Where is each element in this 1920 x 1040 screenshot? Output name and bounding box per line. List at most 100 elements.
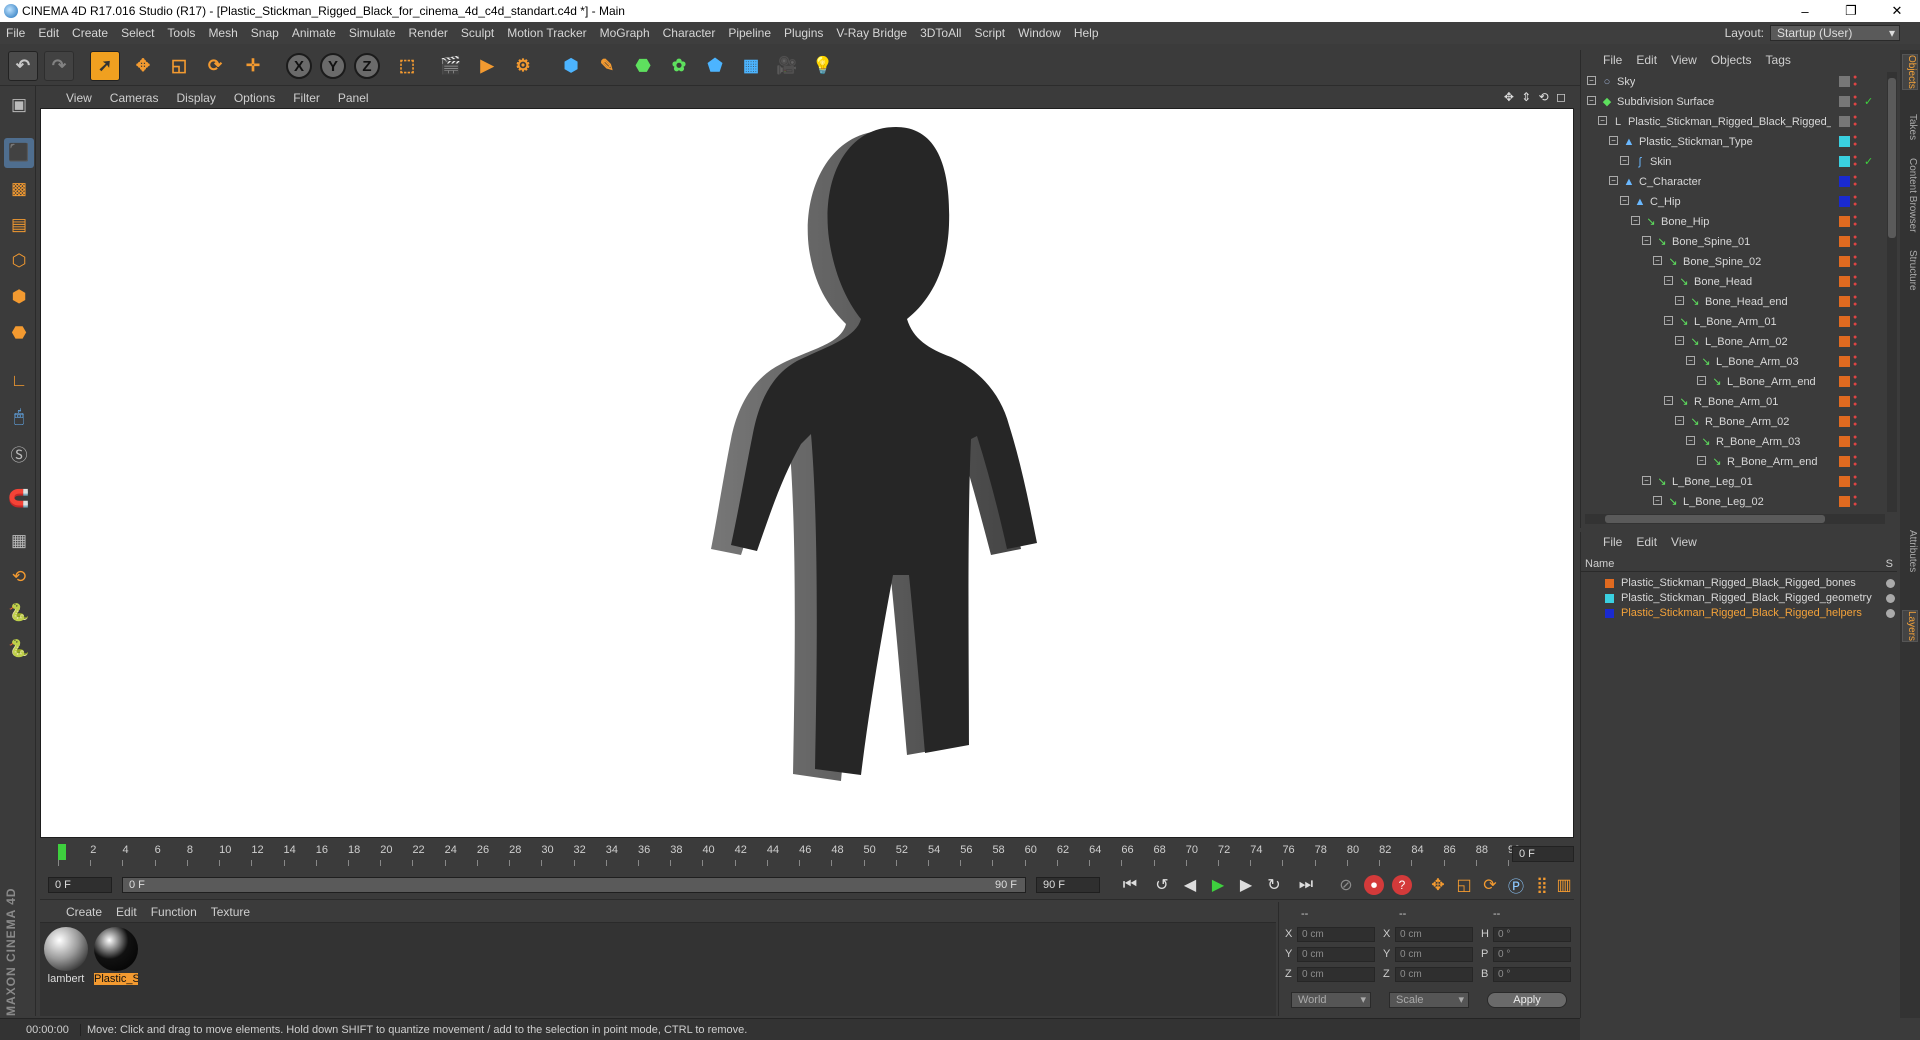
visibility-dots-icon[interactable]: ● ● xyxy=(1853,154,1859,168)
object-tree-row[interactable]: − ↘ Bone_Spine_02 ● ● xyxy=(1581,252,1885,272)
layer-row[interactable]: Plastic_Stickman_Rigged_Black_Rigged_hel… xyxy=(1581,606,1897,621)
visibility-dots-icon[interactable]: ● ● xyxy=(1853,94,1859,108)
go-to-start-icon[interactable]: ⏮ xyxy=(1118,874,1142,896)
object-tree-row[interactable]: − ↘ L_Bone_Arm_03 ● ● xyxy=(1581,352,1885,372)
layer-visibility-dot-icon[interactable] xyxy=(1886,579,1895,588)
spline-pen-icon[interactable]: ✎ xyxy=(592,51,622,81)
menu-select[interactable]: Select xyxy=(121,26,154,40)
object-tree-row[interactable]: − ↘ L_Bone_Leg_01 ● ● xyxy=(1581,472,1885,492)
layer-color-swatch[interactable] xyxy=(1605,594,1614,603)
make-editable-icon[interactable]: ▣ xyxy=(4,90,34,120)
viewport-menu-options[interactable]: Options xyxy=(234,91,275,105)
menu-sculpt[interactable]: Sculpt xyxy=(461,26,494,40)
workplane-lock-icon[interactable]: ▦ xyxy=(4,526,34,556)
tree-expander-icon[interactable]: − xyxy=(1609,176,1618,185)
layer-color-tag[interactable] xyxy=(1839,356,1850,367)
tree-expander-icon[interactable]: − xyxy=(1697,376,1706,385)
visibility-dots-icon[interactable]: ● ● xyxy=(1853,74,1859,88)
material-swatch[interactable]: Plastic_S xyxy=(94,927,138,987)
render-picture-viewer-icon[interactable]: ▶ xyxy=(472,51,502,81)
frame-range-slider[interactable]: 0 F 90 F xyxy=(122,877,1026,893)
side-tab-layers[interactable]: Layers xyxy=(1902,610,1918,643)
play-icon[interactable]: ▶ xyxy=(1206,874,1230,896)
layer-color-tag[interactable] xyxy=(1839,156,1850,167)
layer-color-tag[interactable] xyxy=(1839,476,1850,487)
layer-color-tag[interactable] xyxy=(1839,316,1850,327)
enabled-check-icon[interactable]: ✓ xyxy=(1864,155,1873,168)
object-tree-row[interactable]: − ↘ L_Bone_Leg_02 ● ● xyxy=(1581,492,1885,512)
side-tab-content-browser[interactable]: Content Browser xyxy=(1902,158,1918,232)
menu-tools[interactable]: Tools xyxy=(167,26,195,40)
layer-visibility-dot-icon[interactable] xyxy=(1886,609,1895,618)
tree-expander-icon[interactable]: − xyxy=(1587,96,1596,105)
layout-select[interactable]: Startup (User) xyxy=(1770,25,1900,41)
visibility-dots-icon[interactable]: ● ● xyxy=(1853,494,1859,508)
layer-row[interactable]: Plastic_Stickman_Rigged_Black_Rigged_geo… xyxy=(1581,591,1897,606)
texture-mode-icon[interactable]: ▩ xyxy=(4,174,34,204)
object-tree-row[interactable]: − ↘ Bone_Head ● ● xyxy=(1581,272,1885,292)
timeline-playhead[interactable] xyxy=(58,844,66,860)
side-tab-structure[interactable]: Structure xyxy=(1902,250,1918,291)
workplane-icon[interactable]: ⟲ xyxy=(4,562,34,592)
coord-value-field[interactable]: 0 cm xyxy=(1297,927,1375,942)
menu-file[interactable]: File xyxy=(6,26,25,40)
layer-color-tag[interactable] xyxy=(1839,396,1850,407)
side-tab-objects[interactable]: Objects xyxy=(1902,54,1918,90)
tree-expander-icon[interactable]: − xyxy=(1675,336,1684,345)
object-tree-row[interactable]: − ▲ C_Hip ● ● xyxy=(1581,192,1885,212)
render-view-icon[interactable]: 🎬 xyxy=(436,51,466,81)
move-tool-icon[interactable]: ✥ xyxy=(128,51,158,81)
layer-color-tag[interactable] xyxy=(1839,136,1850,147)
go-to-end-icon[interactable]: ⏭ xyxy=(1294,874,1318,896)
menu-mesh[interactable]: Mesh xyxy=(208,26,237,40)
coord-value-field[interactable]: 0 ° xyxy=(1493,947,1571,962)
visibility-dots-icon[interactable]: ● ● xyxy=(1853,454,1859,468)
layer-row[interactable]: Plastic_Stickman_Rigged_Black_Rigged_bon… xyxy=(1581,576,1897,591)
minimize-button[interactable]: – xyxy=(1782,0,1828,22)
tree-expander-icon[interactable]: − xyxy=(1697,456,1706,465)
polygons-mode-icon[interactable]: ⬣ xyxy=(4,318,34,348)
render-settings-icon[interactable]: ⚙ xyxy=(508,51,538,81)
previous-key-icon[interactable]: ↺ xyxy=(1150,874,1174,896)
menu-create[interactable]: Create xyxy=(72,26,108,40)
point-level-icon[interactable]: ⣿ xyxy=(1530,874,1554,896)
visibility-dots-icon[interactable]: ● ● xyxy=(1853,374,1859,388)
tree-expander-icon[interactable]: − xyxy=(1686,356,1695,365)
viewport-menu-cameras[interactable]: Cameras xyxy=(110,91,159,105)
material-menu-function[interactable]: Function xyxy=(151,905,197,919)
objects-menu-file[interactable]: File xyxy=(1603,53,1622,67)
viewport-menu-panel[interactable]: Panel xyxy=(338,91,369,105)
menu-mograph[interactable]: MoGraph xyxy=(600,26,650,40)
visibility-dots-icon[interactable]: ● ● xyxy=(1853,414,1859,428)
floor-icon[interactable]: ▦ xyxy=(736,51,766,81)
tree-expander-icon[interactable]: − xyxy=(1664,276,1673,285)
layer-color-swatch[interactable] xyxy=(1605,609,1614,618)
layer-color-tag[interactable] xyxy=(1839,376,1850,387)
viewport-menu-filter[interactable]: Filter xyxy=(293,91,320,105)
coordinate-system-select[interactable]: World xyxy=(1291,992,1371,1008)
visibility-dots-icon[interactable]: ● ● xyxy=(1853,434,1859,448)
coord-value-field[interactable]: 0 cm xyxy=(1297,947,1375,962)
menu-simulate[interactable]: Simulate xyxy=(349,26,396,40)
layer-color-tag[interactable] xyxy=(1839,336,1850,347)
tree-expander-icon[interactable]: − xyxy=(1631,216,1640,225)
start-frame-field[interactable]: 0 F xyxy=(48,877,112,893)
layer-color-swatch[interactable] xyxy=(1605,579,1614,588)
points-mode-icon[interactable]: ⬡ xyxy=(4,246,34,276)
object-tree-row[interactable]: − ↘ L_Bone_Arm_end ● ● xyxy=(1581,372,1885,392)
material-menu-create[interactable]: Create xyxy=(66,905,102,919)
layer-color-tag[interactable] xyxy=(1839,116,1850,127)
tree-expander-icon[interactable]: − xyxy=(1620,156,1629,165)
visibility-dots-icon[interactable]: ● ● xyxy=(1853,314,1859,328)
python-console-icon[interactable]: 🐍 xyxy=(4,634,34,664)
y-axis-lock-icon[interactable]: Y xyxy=(320,53,346,79)
layer-color-tag[interactable] xyxy=(1839,496,1850,507)
menu-pipeline[interactable]: Pipeline xyxy=(728,26,771,40)
scale-key-icon[interactable]: ◱ xyxy=(1452,874,1476,896)
record-keys-icon[interactable]: ⊘ xyxy=(1334,874,1358,896)
visibility-dots-icon[interactable]: ● ● xyxy=(1853,134,1859,148)
menu-script[interactable]: Script xyxy=(974,26,1005,40)
layer-color-tag[interactable] xyxy=(1839,216,1850,227)
tree-expander-icon[interactable]: − xyxy=(1653,256,1662,265)
object-tree-row[interactable]: − ▲ Plastic_Stickman_Type ● ● xyxy=(1581,132,1885,152)
